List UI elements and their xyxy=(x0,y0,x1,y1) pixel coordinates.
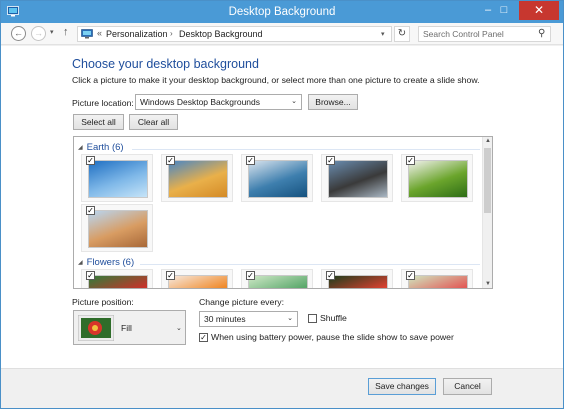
group-title: Earth (6) xyxy=(86,142,124,153)
thumbnail-image xyxy=(88,275,148,288)
change-interval-select[interactable]: 30 minutes ⌄ xyxy=(199,311,298,327)
scroll-down-icon[interactable]: ▼ xyxy=(485,281,491,287)
picture-location-value: Windows Desktop Backgrounds xyxy=(140,97,261,107)
group-header-flowers[interactable]: ◢ Flowers (6) xyxy=(78,257,134,268)
position-preview-icon xyxy=(78,315,114,341)
thumbnail-checkbox[interactable]: ✓ xyxy=(86,156,95,165)
main-content: Choose your desktop background Click a p… xyxy=(1,46,563,368)
thumbnail-image xyxy=(168,160,228,198)
picture-location-select[interactable]: Windows Desktop Backgrounds ⌄ xyxy=(135,94,302,110)
collapse-triangle-icon: ◢ xyxy=(78,260,83,266)
control-panel-icon xyxy=(81,29,93,39)
battery-pause-checkbox[interactable]: ✓ xyxy=(199,333,208,342)
shuffle-checkbox[interactable] xyxy=(308,314,317,323)
thumbnail-checkbox[interactable]: ✓ xyxy=(86,206,95,215)
thumbnail-checkbox[interactable]: ✓ xyxy=(326,271,335,280)
chevron-down-icon: ⌄ xyxy=(291,98,297,105)
change-interval-label: Change picture every: xyxy=(199,297,284,307)
picture-position-value: Fill xyxy=(121,323,132,333)
clear-all-button[interactable]: Clear all xyxy=(129,114,178,130)
group-header-earth[interactable]: ◢ Earth (6) xyxy=(78,142,124,153)
thumbnail-checkbox[interactable]: ✓ xyxy=(246,271,255,280)
thumbnail-checkbox[interactable]: ✓ xyxy=(406,156,415,165)
thumbnail-ocean-waves[interactable]: ✓ xyxy=(241,154,313,202)
thumbnail-green-hills[interactable]: ✓ xyxy=(401,154,473,202)
battery-pause-label[interactable]: When using battery power, pause the slid… xyxy=(211,332,454,342)
picture-gallery[interactable]: ◢ Earth (6) ✓ ✓ ✓ ✓ ✓ ✓ ◢ Flowers (6) ✓ ✓ ✓ ✓ ✓ ▲ ▼ xyxy=(73,136,493,289)
picture-position-select[interactable]: Fill ⌄ xyxy=(73,310,186,345)
save-changes-button[interactable]: Save changes xyxy=(368,378,436,395)
thumbnail-sand-dune-field[interactable]: ✓ xyxy=(161,154,233,202)
thumbnail-checkbox[interactable]: ✓ xyxy=(166,156,175,165)
cancel-button[interactable]: Cancel xyxy=(443,378,492,395)
change-interval-value: 30 minutes xyxy=(204,314,246,324)
forward-button[interactable]: → xyxy=(31,26,46,41)
thumbnail-image xyxy=(328,275,388,288)
group-title: Flowers (6) xyxy=(86,257,135,268)
navigation-bar: ← → ▾ ↑ « Personalization › Desktop Back… xyxy=(1,23,563,45)
page-description: Click a picture to make it your desktop … xyxy=(72,75,480,85)
thumbnail-checkbox[interactable]: ✓ xyxy=(86,271,95,280)
thumbnail-rock-coast[interactable]: ✓ xyxy=(321,154,393,202)
breadcrumb-desktop-background[interactable]: Desktop Background xyxy=(179,29,263,39)
gallery-scrollbar[interactable]: ▲ ▼ xyxy=(482,137,492,288)
back-button[interactable]: ← xyxy=(11,26,26,41)
chevron-down-icon: ⌄ xyxy=(287,315,293,322)
address-dropdown-icon[interactable]: ▾ xyxy=(381,30,385,38)
thumbnail-pink-bloom[interactable]: ✓ xyxy=(401,269,473,288)
thumbnail-image xyxy=(248,160,308,198)
maximize-button[interactable]: □ xyxy=(491,1,517,20)
thumbnail-image xyxy=(168,275,228,288)
page-title: Choose your desktop background xyxy=(72,57,259,71)
thumbnail-orange-flower[interactable]: ✓ xyxy=(161,269,233,288)
picture-location-label: Picture location: xyxy=(72,98,134,108)
chevron-down-icon: ⌄ xyxy=(176,325,182,332)
search-icon[interactable]: ⚲ xyxy=(538,28,545,39)
thumbnail-checkbox[interactable]: ✓ xyxy=(326,156,335,165)
thumbnail-image xyxy=(88,160,148,198)
refresh-button[interactable]: ↻ xyxy=(394,26,410,42)
thumbnail-image xyxy=(88,210,148,248)
group-divider xyxy=(140,264,480,265)
thumbnail-ice-cave[interactable]: ✓ xyxy=(81,154,153,202)
up-level-button[interactable]: ↑ xyxy=(63,26,69,38)
scrollbar-thumb[interactable] xyxy=(484,148,491,213)
breadcrumb-personalization[interactable]: Personalization xyxy=(106,29,168,39)
thumbnail-checkbox[interactable]: ✓ xyxy=(246,156,255,165)
thumbnail-green-leaf[interactable]: ✓ xyxy=(241,269,313,288)
search-box[interactable]: ⚲ xyxy=(418,26,551,42)
thumbnail-image xyxy=(408,275,468,288)
select-all-button[interactable]: Select all xyxy=(73,114,124,130)
thumbnail-red-flower[interactable]: ✓ xyxy=(81,269,153,288)
breadcrumb-separator-icon[interactable]: › xyxy=(170,29,173,38)
thumbnail-desert-dunes[interactable]: ✓ xyxy=(81,204,153,252)
thumbnail-image xyxy=(248,275,308,288)
search-input[interactable] xyxy=(423,28,535,40)
title-bar[interactable]: Desktop Background – □ ✕ xyxy=(1,1,563,23)
close-button[interactable]: ✕ xyxy=(519,1,559,20)
address-prefix-icon[interactable]: « xyxy=(97,28,102,38)
thumbnail-image xyxy=(408,160,468,198)
address-bar[interactable]: « Personalization › Desktop Background ▾ xyxy=(77,26,392,42)
thumbnail-image xyxy=(328,160,388,198)
desktop-background-window: Desktop Background – □ ✕ ← → ▾ ↑ « Perso… xyxy=(0,0,564,409)
dialog-footer: Save changes Cancel xyxy=(1,368,563,408)
recent-locations-dropdown-icon[interactable]: ▾ xyxy=(50,28,54,36)
thumbnail-checkbox[interactable]: ✓ xyxy=(166,271,175,280)
browse-button[interactable]: Browse... xyxy=(308,94,358,110)
picture-position-label: Picture position: xyxy=(72,297,134,307)
thumbnail-red-petals[interactable]: ✓ xyxy=(321,269,393,288)
thumbnail-checkbox[interactable]: ✓ xyxy=(406,271,415,280)
collapse-triangle-icon: ◢ xyxy=(78,145,83,151)
shuffle-label[interactable]: Shuffle xyxy=(320,313,347,323)
scroll-up-icon[interactable]: ▲ xyxy=(485,138,491,144)
group-divider xyxy=(132,149,480,150)
